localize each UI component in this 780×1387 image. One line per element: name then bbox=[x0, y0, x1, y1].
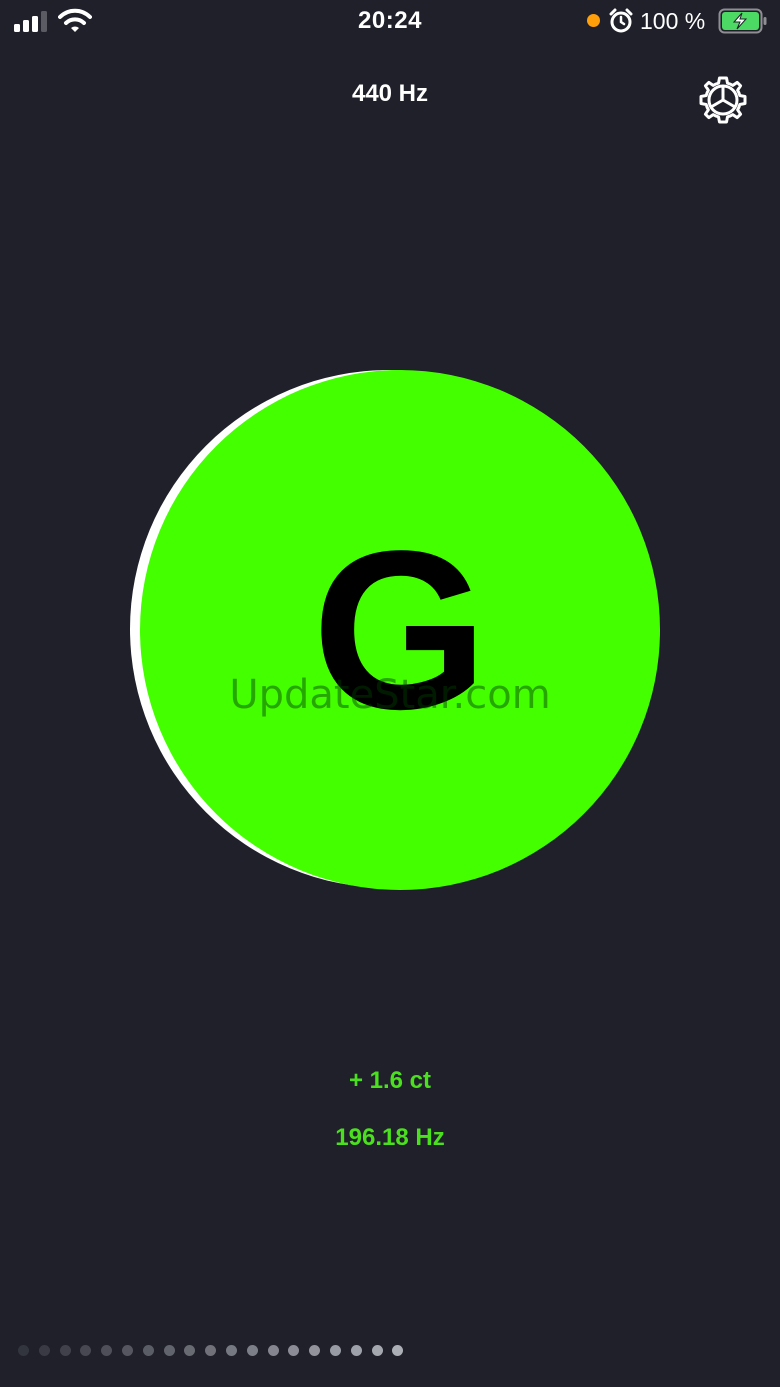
note-circle: G bbox=[140, 370, 660, 890]
status-bar: 20:24 100 % bbox=[0, 0, 780, 44]
history-dot bbox=[184, 1345, 196, 1356]
history-dot bbox=[267, 1345, 279, 1356]
history-dot bbox=[80, 1345, 92, 1356]
history-dot bbox=[101, 1345, 113, 1356]
detected-note: G bbox=[312, 503, 488, 756]
cents-offset: + 1.6 ct bbox=[348, 1067, 432, 1094]
history-dot bbox=[163, 1345, 175, 1356]
history-dot bbox=[288, 1345, 300, 1356]
history-dot bbox=[142, 1345, 154, 1356]
history-dot bbox=[38, 1345, 50, 1356]
battery-percentage: 100 % bbox=[640, 8, 706, 34]
history-dot bbox=[246, 1345, 258, 1356]
history-dot bbox=[371, 1345, 383, 1356]
battery-charging-icon bbox=[718, 8, 767, 34]
history-dot bbox=[330, 1345, 341, 1356]
reference-frequency[interactable]: 440 Hz bbox=[0, 80, 780, 108]
gear-icon[interactable] bbox=[697, 74, 749, 126]
history-dot bbox=[18, 1345, 29, 1356]
history-dot bbox=[309, 1345, 321, 1356]
history-dot bbox=[205, 1345, 217, 1356]
tuner-note-display: G bbox=[130, 370, 662, 890]
privacy-indicator-dot bbox=[587, 14, 600, 27]
detected-frequency: 196.18 Hz bbox=[335, 1124, 445, 1151]
history-dot bbox=[226, 1345, 237, 1356]
history-dot bbox=[122, 1345, 133, 1356]
history-dot bbox=[392, 1345, 404, 1356]
history-dot bbox=[59, 1345, 71, 1356]
alarm-clock-icon bbox=[609, 8, 633, 33]
history-dot bbox=[350, 1345, 362, 1356]
